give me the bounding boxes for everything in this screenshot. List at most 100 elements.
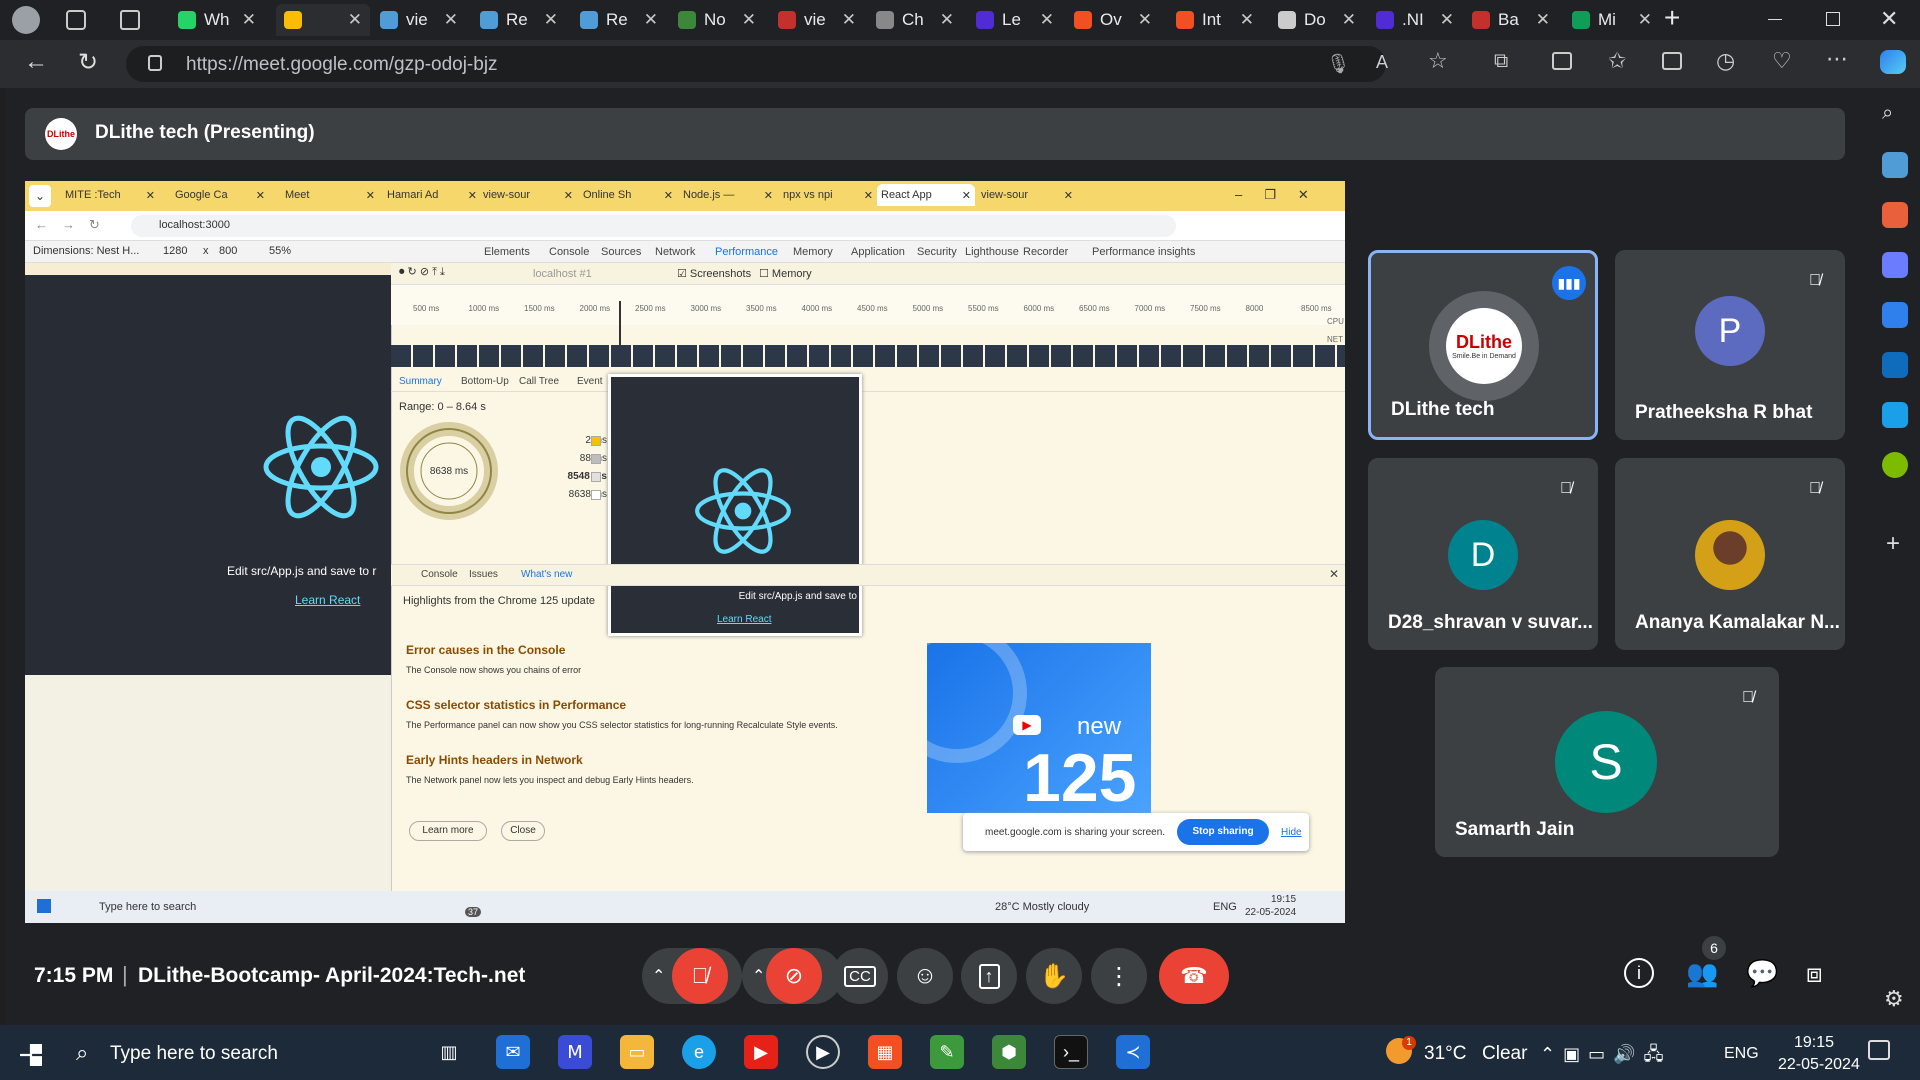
tab-close-icon[interactable]: ✕ — [742, 10, 756, 30]
minimize-icon[interactable] — [1768, 19, 1782, 20]
tab-close-icon[interactable]: ✕ — [1040, 10, 1054, 30]
taskbar-search-box[interactable]: ⌕ Type here to search — [62, 1030, 422, 1076]
tab-close-icon[interactable]: ✕ — [1638, 10, 1652, 30]
media-player-icon[interactable]: ▶ — [806, 1035, 840, 1069]
refresh-icon[interactable]: ↻ — [78, 48, 98, 77]
history-icon[interactable]: ◷ — [1716, 48, 1735, 74]
tab-close-icon[interactable]: ✕ — [444, 10, 458, 30]
people-icon[interactable]: 👥 — [1686, 958, 1718, 989]
sidebar-tools-icon[interactable] — [1882, 202, 1908, 228]
sidebar-tree-icon[interactable] — [1882, 452, 1908, 478]
browser-tab[interactable]: Le ✕ — [968, 4, 1062, 36]
nodejs-icon[interactable]: ⬢ — [992, 1035, 1026, 1069]
record-icon[interactable]: ⏺ ↻ ⊘ ⤒ ⤓ — [399, 265, 445, 279]
taskbar-date[interactable]: 22-05-2024 — [1778, 1056, 1860, 1074]
more-menu-icon[interactable]: ⋯ — [1826, 46, 1848, 72]
new-tab-button[interactable]: + — [1664, 2, 1680, 34]
read-aloud-icon[interactable]: A — [1376, 52, 1388, 73]
tab-close-icon[interactable]: ✕ — [644, 10, 658, 30]
taskbar-time[interactable]: 19:15 — [1794, 1034, 1834, 1052]
notepad-icon[interactable]: ✎ — [930, 1035, 964, 1069]
leave-call-button[interactable]: ☎ — [1159, 948, 1229, 1004]
tab-close-icon[interactable]: ✕ — [842, 10, 856, 30]
sidebar-search-icon[interactable]: ⌕ — [1882, 102, 1893, 125]
browser-tab[interactable]: Re ✕ — [572, 4, 666, 36]
browser-tab[interactable]: Do ✕ — [1270, 4, 1364, 36]
app-learn-link[interactable]: Learn React — [295, 593, 360, 607]
hide-link[interactable]: Hide — [1281, 827, 1302, 838]
screenshots-checkbox[interactable]: ☑ Screenshots — [677, 267, 751, 280]
tab-close-icon[interactable]: ✕ — [940, 10, 954, 30]
task-view-icon[interactable]: ▥ — [432, 1035, 466, 1069]
notifications-icon[interactable] — [1868, 1040, 1890, 1060]
chat-icon[interactable]: 💬 — [1746, 958, 1778, 989]
favorites-icon[interactable]: ✩ — [1608, 48, 1626, 74]
more-options-button[interactable]: ⋮ — [1091, 948, 1147, 1004]
microphone-icon[interactable]: 🎙 — [1326, 52, 1350, 76]
youtube-icon[interactable]: ▶ — [744, 1035, 778, 1069]
tab-close-icon[interactable]: ✕ — [1240, 10, 1254, 30]
tab-actions-icon[interactable] — [120, 10, 140, 30]
browser-tab[interactable]: Mi ✕ — [1564, 4, 1660, 36]
reactions-button[interactable]: ☺ — [897, 948, 953, 1004]
participant-tile[interactable]: S 🎙̸ Samarth Jain — [1435, 667, 1779, 857]
copilot-icon[interactable] — [1880, 50, 1906, 74]
participant-tile[interactable]: P 🎙̸ Pratheeksha R bhat — [1615, 250, 1845, 440]
browser-tab[interactable]: Ov ✕ — [1066, 4, 1160, 36]
browser-tab[interactable]: ✕ — [276, 4, 370, 36]
tab-close-icon[interactable]: ✕ — [1138, 10, 1152, 30]
browser-tab[interactable]: Int ✕ — [1168, 4, 1262, 36]
browser-tab[interactable]: Ba ✕ — [1464, 4, 1558, 36]
back-icon[interactable]: ← — [24, 48, 48, 76]
learn-more-button[interactable]: Learn more — [409, 821, 487, 841]
drawer-close-icon[interactable]: ✕ — [1329, 567, 1339, 581]
mic-toggle-button[interactable]: 🎙̸ — [672, 948, 728, 1004]
system-tray-icons[interactable]: ⌃▣▭🔊🖧 — [1540, 1042, 1672, 1072]
browser-tab[interactable]: No ✕ — [670, 4, 764, 36]
workspaces-icon[interactable] — [66, 10, 86, 30]
browser-tab[interactable]: vie ✕ — [770, 4, 864, 36]
tab-close-icon[interactable]: ✕ — [1342, 10, 1356, 30]
vscode-icon[interactable]: ≺ — [1116, 1035, 1150, 1069]
browser-tab[interactable]: Wh ✕ — [170, 4, 264, 36]
sidebar-outlook-icon[interactable] — [1882, 352, 1908, 378]
collections-icon[interactable] — [1662, 52, 1682, 70]
favorite-icon[interactable]: ☆ — [1428, 48, 1448, 74]
sidebar-settings-icon[interactable]: ⚙ — [1884, 986, 1904, 1012]
sidebar-copilot-icon[interactable] — [1882, 302, 1908, 328]
tab-close-icon[interactable]: ✕ — [348, 10, 362, 30]
info-icon[interactable]: i — [1624, 958, 1654, 988]
participant-tile[interactable]: D 🎙̸ D28_shravan v suvar... — [1368, 458, 1598, 650]
browser-tab[interactable]: Ch ✕ — [868, 4, 962, 36]
store-icon[interactable]: ▦ — [868, 1035, 902, 1069]
browser-tab[interactable]: Re ✕ — [472, 4, 566, 36]
stop-sharing-button[interactable]: Stop sharing — [1177, 819, 1269, 845]
activities-icon[interactable]: ⧈ — [1806, 958, 1823, 990]
split-screen-icon[interactable] — [1552, 52, 1572, 70]
captions-button[interactable]: CC — [832, 948, 888, 1004]
tab-close-icon[interactable]: ✕ — [242, 10, 256, 30]
url-field[interactable]: https://meet.google.com/gzp-odoj-bjz 🎙 — [126, 46, 1386, 82]
mail-icon[interactable]: ✉ — [496, 1035, 530, 1069]
sidebar-tag-icon[interactable] — [1882, 152, 1908, 178]
extensions-icon[interactable]: ⧉ — [1494, 50, 1508, 73]
close-whatsnew-button[interactable]: Close — [501, 821, 545, 841]
tab-close-icon[interactable]: ✕ — [544, 10, 558, 30]
performance-icon[interactable]: ♡ — [1772, 48, 1792, 74]
sidebar-send-icon[interactable] — [1882, 402, 1908, 428]
edge-icon[interactable]: e — [682, 1035, 716, 1069]
sidebar-add-icon[interactable]: + — [1886, 530, 1900, 558]
tab-close-icon[interactable]: ✕ — [1440, 10, 1454, 30]
raise-hand-button[interactable]: ✋ — [1026, 948, 1082, 1004]
profile-avatar[interactable] — [12, 6, 40, 34]
close-window-icon[interactable]: ✕ — [1880, 6, 1898, 32]
terminal-icon[interactable]: ›_ — [1054, 1035, 1088, 1069]
participant-tile[interactable]: 🎙̸ Ananya Kamalakar N... — [1615, 458, 1845, 650]
present-button[interactable]: ↑ — [961, 948, 1017, 1004]
participant-tile[interactable]: DLithe Smile.Be in Demand ▮▮▮ DLithe tec… — [1368, 250, 1598, 440]
camera-toggle-button[interactable]: ⊘ — [766, 948, 822, 1004]
tab-close-icon[interactable]: ✕ — [1536, 10, 1550, 30]
restore-icon[interactable] — [1826, 12, 1840, 26]
file-explorer-icon[interactable]: ▭ — [620, 1035, 654, 1069]
memory-checkbox[interactable]: ☐ Memory — [759, 267, 812, 280]
